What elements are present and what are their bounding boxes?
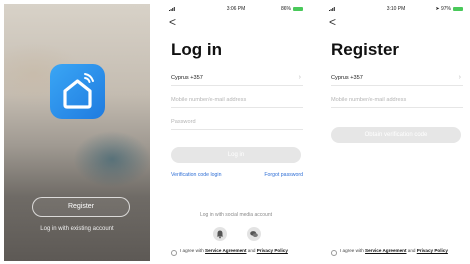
password-input[interactable]: Password bbox=[171, 115, 303, 130]
smart-home-icon bbox=[50, 64, 105, 119]
splash-screen: Register Log in with existing account bbox=[4, 4, 150, 261]
register-screen: 3:10 PM ➤ 97% < Register Cyprus +357 › M… bbox=[323, 4, 469, 261]
back-button[interactable]: < bbox=[169, 16, 176, 28]
service-agreement-link[interactable]: Service Agreement bbox=[365, 248, 406, 253]
chevron-right-icon: › bbox=[458, 74, 461, 81]
privacy-policy-link[interactable]: Privacy Policy bbox=[417, 248, 448, 253]
verification-code-login-link[interactable]: Verification code login bbox=[171, 172, 221, 178]
login-screen: 3:06 PM 86% < Log in Cyprus +357 › Mobil… bbox=[163, 4, 309, 261]
country-value: Cyprus +357 bbox=[171, 75, 203, 81]
login-button[interactable]: Log in bbox=[171, 147, 301, 163]
battery-percent: 97% bbox=[440, 6, 451, 12]
chat-icon[interactable] bbox=[247, 227, 261, 241]
agree-prefix: I agree with bbox=[180, 248, 204, 253]
agree-prefix: I agree with bbox=[340, 248, 364, 253]
agree-radio[interactable] bbox=[331, 250, 337, 256]
status-bar: 3:06 PM 86% bbox=[163, 6, 309, 14]
battery-icon bbox=[453, 6, 463, 11]
agreement-checkbox[interactable]: I agree with Service Agreement and Priva… bbox=[171, 248, 305, 256]
page-title: Log in bbox=[171, 40, 222, 59]
bell-icon[interactable] bbox=[213, 227, 227, 241]
agree-radio[interactable] bbox=[171, 250, 177, 256]
obtain-verification-code-button[interactable]: Obtain verification code bbox=[331, 127, 461, 143]
service-agreement-link[interactable]: Service Agreement bbox=[205, 248, 246, 253]
account-input[interactable]: Mobile number/e-mail address bbox=[331, 93, 463, 108]
page-title: Register bbox=[331, 40, 400, 59]
agree-and: and bbox=[407, 248, 416, 253]
chevron-right-icon: › bbox=[298, 74, 301, 81]
login-existing-account-link[interactable]: Log in with existing account bbox=[4, 226, 150, 232]
battery-percent: 86% bbox=[280, 6, 291, 12]
battery-status: ➤ 97% bbox=[435, 6, 463, 12]
social-login-label: Log in with social media account bbox=[200, 212, 272, 218]
country-selector[interactable]: Cyprus +357 › bbox=[171, 71, 303, 86]
account-input[interactable]: Mobile number/e-mail address bbox=[171, 93, 303, 108]
privacy-policy-link[interactable]: Privacy Policy bbox=[257, 248, 288, 253]
register-button[interactable]: Register bbox=[32, 197, 130, 217]
location-icon: ➤ bbox=[435, 6, 440, 12]
battery-status: 86% bbox=[281, 6, 303, 12]
back-button[interactable]: < bbox=[329, 16, 336, 28]
country-selector[interactable]: Cyprus +357 › bbox=[331, 71, 463, 86]
forgot-password-link[interactable]: Forgot password bbox=[264, 172, 303, 178]
country-value: Cyprus +357 bbox=[331, 75, 363, 81]
battery-icon bbox=[293, 6, 303, 11]
agreement-checkbox[interactable]: I agree with Service Agreement and Priva… bbox=[331, 248, 465, 256]
agree-and: and bbox=[247, 248, 256, 253]
status-bar: 3:10 PM ➤ 97% bbox=[323, 6, 469, 14]
